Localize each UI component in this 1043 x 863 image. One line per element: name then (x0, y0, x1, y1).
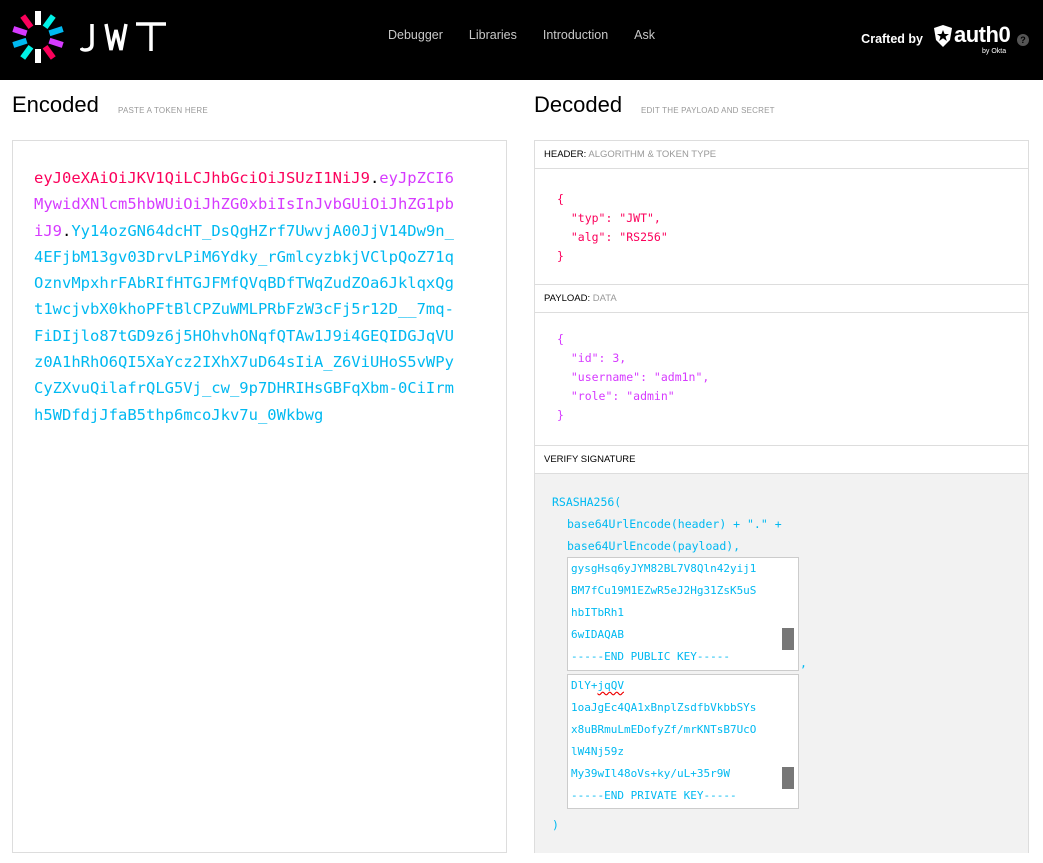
verify-comma: , (800, 656, 807, 670)
token-signature-part: Yy14ozGN64dcHT_DsQgHZrf7UwvjA00JjV14Dw9n… (34, 221, 454, 424)
private-key-line: x8uBRmuLmEDofyZf/mrKNTsB7UcO (571, 723, 757, 736)
auth0-star-icon (934, 25, 952, 47)
decoded-panel: HEADER: ALGORITHM & TOKEN TYPE { "typ": … (534, 140, 1029, 853)
nav-introduction[interactable]: Introduction (543, 28, 608, 42)
payload-label: PAYLOAD: (544, 293, 591, 304)
verify-close-paren: ) (552, 818, 559, 832)
verify-signature-body: RSASHA256( base64UrlEncode(header) + "."… (535, 474, 1028, 853)
public-key-line: hbITbRh1 (571, 606, 624, 619)
private-key-textarea[interactable]: DlY+jqQV 1oaJgEc4QA1xBnplZsdfbVkbbSYs x8… (567, 674, 799, 809)
header-sublabel: ALGORITHM & TOKEN TYPE (588, 149, 717, 160)
token-header-part: eyJ0eXAiOiJKV1QiLCJhbGciOiJSUzI1NiJ9 (34, 169, 370, 187)
token-dot: . (62, 221, 72, 240)
header-json-editor[interactable]: { "typ": "JWT", "alg": "RS256" } (557, 190, 668, 266)
payload-section-title: PAYLOAD: DATA (535, 285, 1028, 313)
private-key-line: 1oaJgEc4QA1xBnplZsdfbVkbbSYs (571, 701, 757, 714)
jwt-logo-icon[interactable] (12, 11, 64, 63)
verify-function-name: RSASHA256( (552, 495, 622, 509)
payload-json-editor[interactable]: { "id": 3, "username": "adm1n", "role": … (557, 330, 709, 425)
nav-debugger[interactable]: Debugger (388, 28, 443, 42)
header-label: HEADER: (544, 149, 587, 160)
header-section-title: HEADER: ALGORITHM & TOKEN TYPE (535, 141, 1028, 169)
crafted-by-label: Crafted by (861, 32, 923, 46)
nav-ask[interactable]: Ask (634, 28, 655, 42)
main-nav: Debugger Libraries Introduction Ask (388, 28, 681, 42)
public-key-textarea[interactable]: gysgHsq6yJYM82BL7V8Qln42yij1 BM7fCu19M1E… (567, 557, 799, 671)
public-key-line: 6wIDAQAB (571, 628, 624, 641)
public-key-scrollbar[interactable] (782, 628, 794, 650)
verify-payload-expr: base64UrlEncode(payload), (567, 539, 741, 553)
auth0-by-okta: by Okta (982, 48, 1007, 55)
private-key-scrollbar[interactable] (782, 767, 794, 789)
top-navbar: Debugger Libraries Introduction Ask Craf… (0, 0, 1043, 80)
public-key-line: BM7fCu19M1EZwR5eJ2Hg31ZsK5uS (571, 584, 757, 597)
jwt-wordmark-logo (80, 22, 166, 52)
public-key-line: -----END PUBLIC KEY----- (571, 650, 730, 663)
verify-section-title: VERIFY SIGNATURE (535, 446, 1028, 474)
decoded-subtitle: EDIT THE PAYLOAD AND SECRET (641, 106, 775, 115)
verify-label: VERIFY SIGNATURE (544, 454, 636, 465)
auth0-brand-text: auth0 (954, 22, 1011, 47)
decoded-title: Decoded (534, 92, 623, 117)
verify-header-expr: base64UrlEncode(header) + "." + (567, 517, 782, 531)
encoded-token-editor[interactable]: eyJ0eXAiOiJKV1QiLCJhbGciOiJSUzI1NiJ9.eyJ… (12, 140, 507, 853)
private-key-line: My39wIl48oVs+ky/uL+35r9W (571, 767, 730, 780)
private-key-line: DlY+jqQV (571, 679, 625, 692)
token-dot: . (369, 169, 380, 187)
private-key-token: jqQV (597, 679, 625, 692)
encoded-title: Encoded (12, 92, 99, 117)
nav-libraries[interactable]: Libraries (469, 28, 517, 42)
private-key-line: lW4Nj59z (571, 745, 624, 758)
public-key-line: gysgHsq6yJYM82BL7V8Qln42yij1 (571, 562, 757, 575)
encoded-subtitle: PASTE A TOKEN HERE (118, 106, 208, 115)
token-text[interactable]: eyJ0eXAiOiJKV1QiLCJhbGciOiJSUzI1NiJ9.eyJ… (34, 165, 454, 428)
help-icon[interactable]: ? (1017, 34, 1029, 46)
private-key-line: -----END PRIVATE KEY----- (571, 789, 737, 802)
payload-sublabel: DATA (592, 293, 617, 304)
auth0-logo[interactable]: auth0 by Okta (932, 22, 1012, 58)
